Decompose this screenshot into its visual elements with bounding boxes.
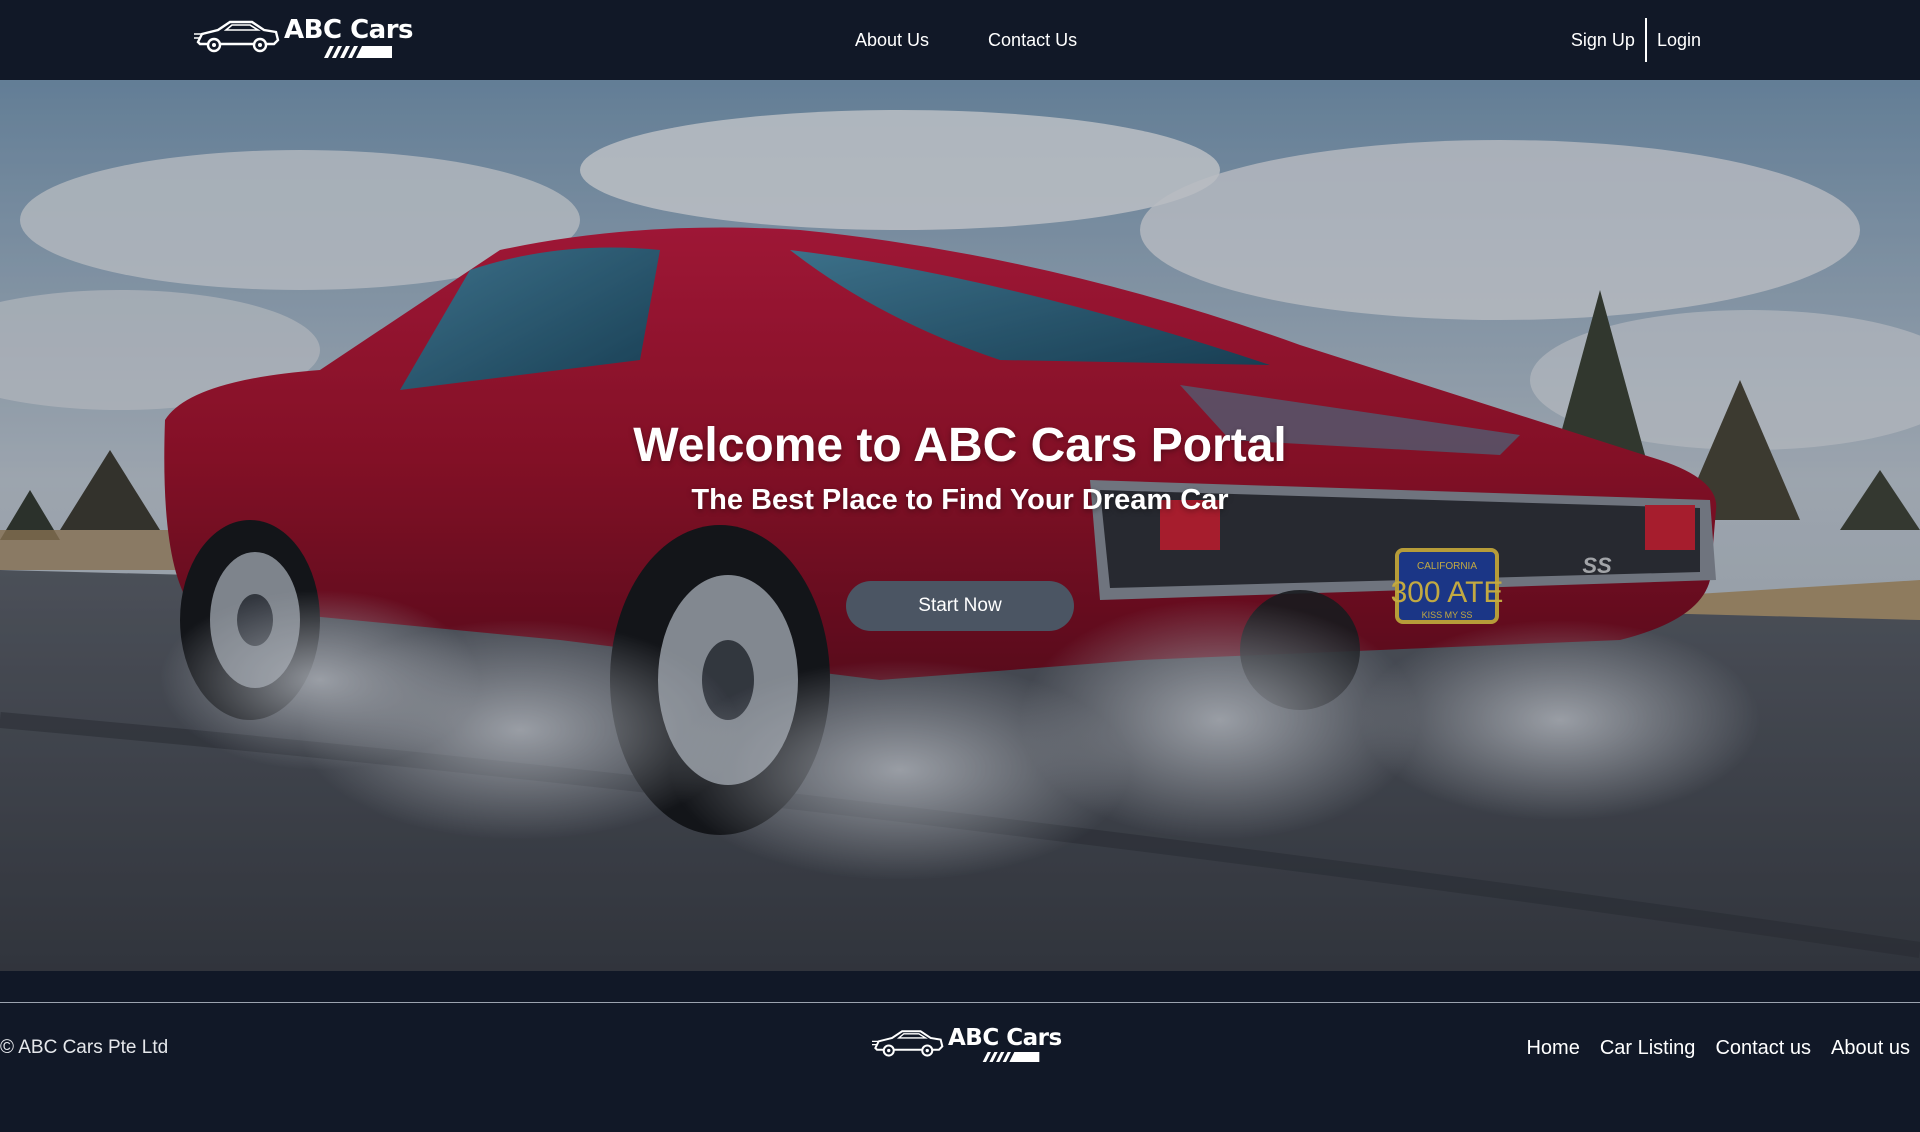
speed-stripes-icon (324, 46, 392, 58)
car-logo-icon (872, 1030, 944, 1057)
hero-title: Welcome to ABC Cars Portal (633, 419, 1287, 472)
nav-contact-us[interactable]: Contact Us (988, 30, 1077, 51)
start-now-button[interactable]: Start Now (846, 581, 1074, 631)
footer-link-home[interactable]: Home (1526, 1037, 1579, 1060)
page-footer: © ABC Cars Pte Ltd ABC Cars Home Car Lis… (0, 971, 1920, 1132)
footer-logo[interactable]: ABC Cars (872, 1026, 1062, 1062)
top-navbar: ABC Cars About Us Contact Us Sign Up Log… (0, 0, 1920, 80)
footer-link-contact-us[interactable]: Contact us (1715, 1037, 1811, 1060)
footer-divider (0, 1002, 1920, 1003)
hero-subtitle: The Best Place to Find Your Dream Car (691, 484, 1229, 516)
signup-link[interactable]: Sign Up (1561, 30, 1645, 51)
auth-links: Sign Up Login (1561, 18, 1711, 62)
footer-nav: Home Car Listing Contact us About us (1526, 1037, 1910, 1060)
brand-name: ABC Cars (284, 15, 414, 45)
footer-link-about-us[interactable]: About us (1831, 1037, 1910, 1060)
speed-stripes-icon (982, 1052, 1040, 1062)
car-logo-icon (194, 20, 280, 53)
footer-link-car-listing[interactable]: Car Listing (1600, 1037, 1696, 1060)
hero-content: Welcome to ABC Cars Portal The Best Plac… (0, 80, 1920, 971)
login-link[interactable]: Login (1647, 30, 1711, 51)
nav-about-us[interactable]: About Us (855, 30, 929, 51)
hero-section: CALIFORNIA 300 ATE KISS MY SS SS Welcome… (0, 80, 1920, 971)
copyright-text: © ABC Cars Pte Ltd (0, 1037, 169, 1058)
footer-brand-name: ABC Cars (948, 1025, 1062, 1051)
brand-logo[interactable]: ABC Cars (194, 15, 414, 58)
main-nav: About Us Contact Us (855, 30, 1077, 51)
